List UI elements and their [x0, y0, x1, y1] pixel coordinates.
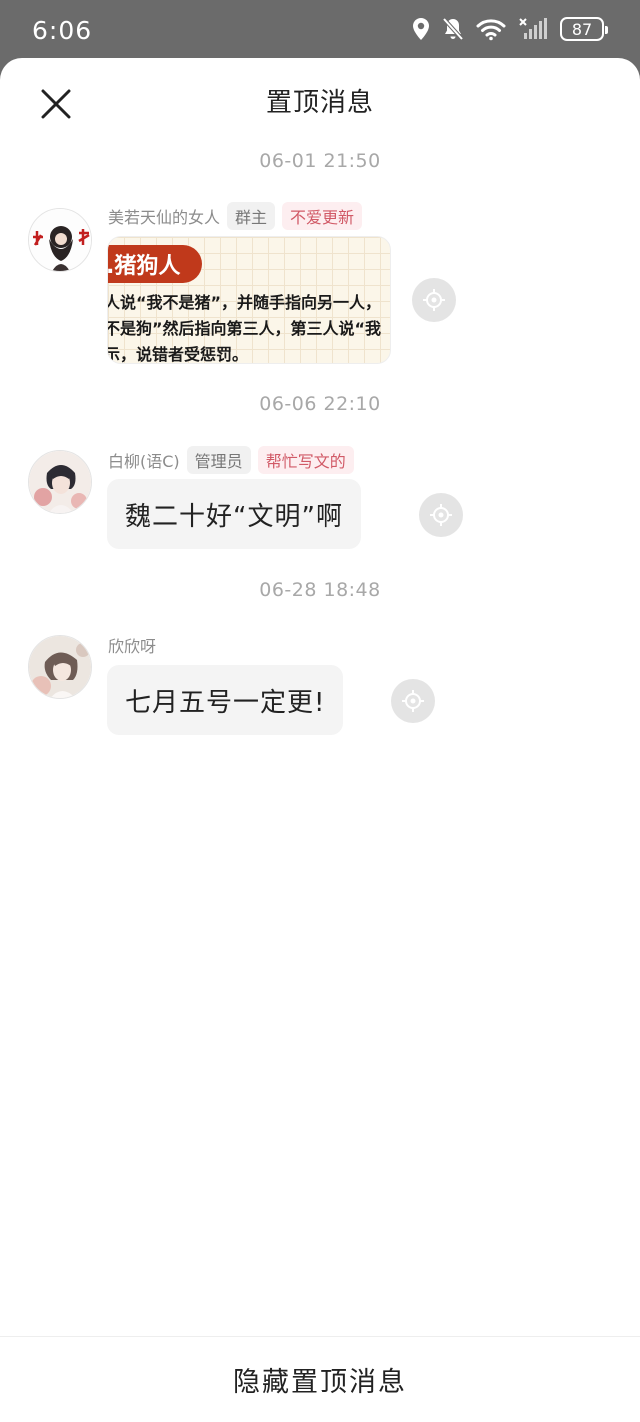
status-icons: 87	[412, 17, 608, 41]
text-message-bubble[interactable]: 魏二十好“文明”啊	[107, 479, 361, 549]
signal-icon	[518, 17, 548, 41]
location-icon	[412, 17, 430, 41]
hide-pinned-messages-button[interactable]: 隐藏置顶消息	[233, 1360, 407, 1399]
role-tag: 管理员	[186, 446, 251, 474]
bell-off-icon	[442, 17, 464, 41]
sender-nickname[interactable]: 美若天仙的女人	[108, 204, 220, 228]
wifi-icon	[476, 17, 506, 41]
image-message[interactable]: .猪狗人 人说“我不是猪”，并随手指向另一人， 不是狗”然后指向第三人，第三人说…	[107, 236, 391, 364]
locate-message-button[interactable]	[419, 493, 463, 537]
crosshair-icon	[423, 289, 445, 311]
crosshair-icon	[402, 690, 424, 712]
message-meta: 白柳(语C) 管理员 帮忙写文的	[108, 446, 354, 474]
message-text: 七月五号一定更!	[125, 687, 326, 718]
bottom-bar: 隐藏置顶消息	[0, 1336, 640, 1422]
locate-message-button[interactable]	[391, 679, 435, 723]
text-message-bubble[interactable]: 七月五号一定更!	[107, 665, 344, 735]
message-meta: 欣欣呀	[108, 631, 156, 659]
message-meta: 美若天仙的女人 群主 不爱更新	[108, 202, 363, 230]
avatar[interactable]	[28, 208, 92, 272]
title-tag: 不爱更新	[282, 202, 363, 230]
image-banner: .猪狗人	[108, 245, 202, 283]
sheet-title: 置顶消息	[265, 88, 374, 118]
message-timestamp: 06-06 22:10	[259, 393, 381, 415]
status-time: 6:06	[32, 16, 93, 45]
message-text: 魏二十好“文明”啊	[125, 501, 343, 532]
sender-nickname[interactable]: 欣欣呀	[108, 633, 156, 657]
locate-message-button[interactable]	[412, 278, 456, 322]
title-tag: 帮忙写文的	[257, 446, 354, 474]
battery-icon: 87	[560, 17, 608, 41]
sender-nickname[interactable]: 白柳(语C)	[108, 448, 180, 472]
avatar[interactable]	[28, 635, 92, 699]
image-text-line: 人说“我不是猪”，并随手指向另一人，	[107, 293, 382, 312]
image-text-line: 不是狗”然后指向第三人，第三人说“我	[107, 319, 382, 338]
image-text-line: 示，说错者受惩罚。	[107, 345, 249, 364]
crosshair-icon	[430, 504, 452, 526]
avatar[interactable]	[28, 450, 92, 514]
role-tag: 群主	[227, 202, 276, 230]
message-timestamp: 06-28 18:48	[259, 579, 381, 601]
message-timestamp: 06-01 21:50	[259, 150, 381, 172]
pinned-messages-sheet: 置顶消息 06-01 21:50 美若天仙的女人 群主 不爱更新 .猪狗人 人说…	[0, 58, 640, 1422]
status-bar: 6:06 87	[0, 0, 640, 58]
battery-level: 87	[571, 19, 593, 39]
